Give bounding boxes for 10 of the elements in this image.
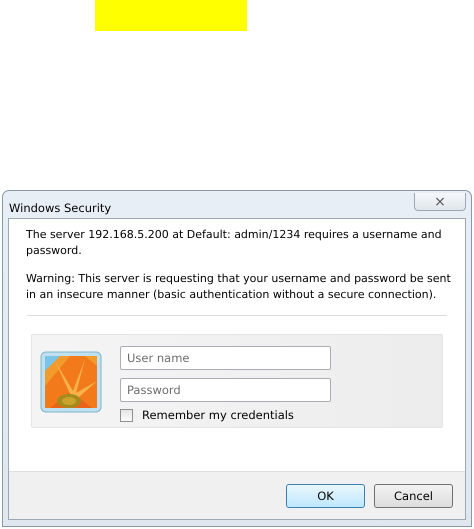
warning-message: Warning: This server is requesting that your username and password be sent in an insecure manner (basic authentication without a secure connection). (26, 271, 452, 303)
window-title: Windows Security (9, 201, 112, 215)
username-field[interactable]: User name (120, 346, 331, 370)
password-field[interactable]: Password (120, 378, 331, 402)
ok-button[interactable]: OK (286, 484, 365, 508)
cancel-button[interactable]: Cancel (374, 484, 453, 508)
server-message: The server 192.168.5.200 at Default: admin/1234 requires a username and password. (26, 227, 443, 259)
close-button[interactable]: × (414, 193, 466, 211)
remember-label: Remember my credentials (142, 408, 294, 422)
remember-checkbox[interactable] (120, 408, 133, 422)
